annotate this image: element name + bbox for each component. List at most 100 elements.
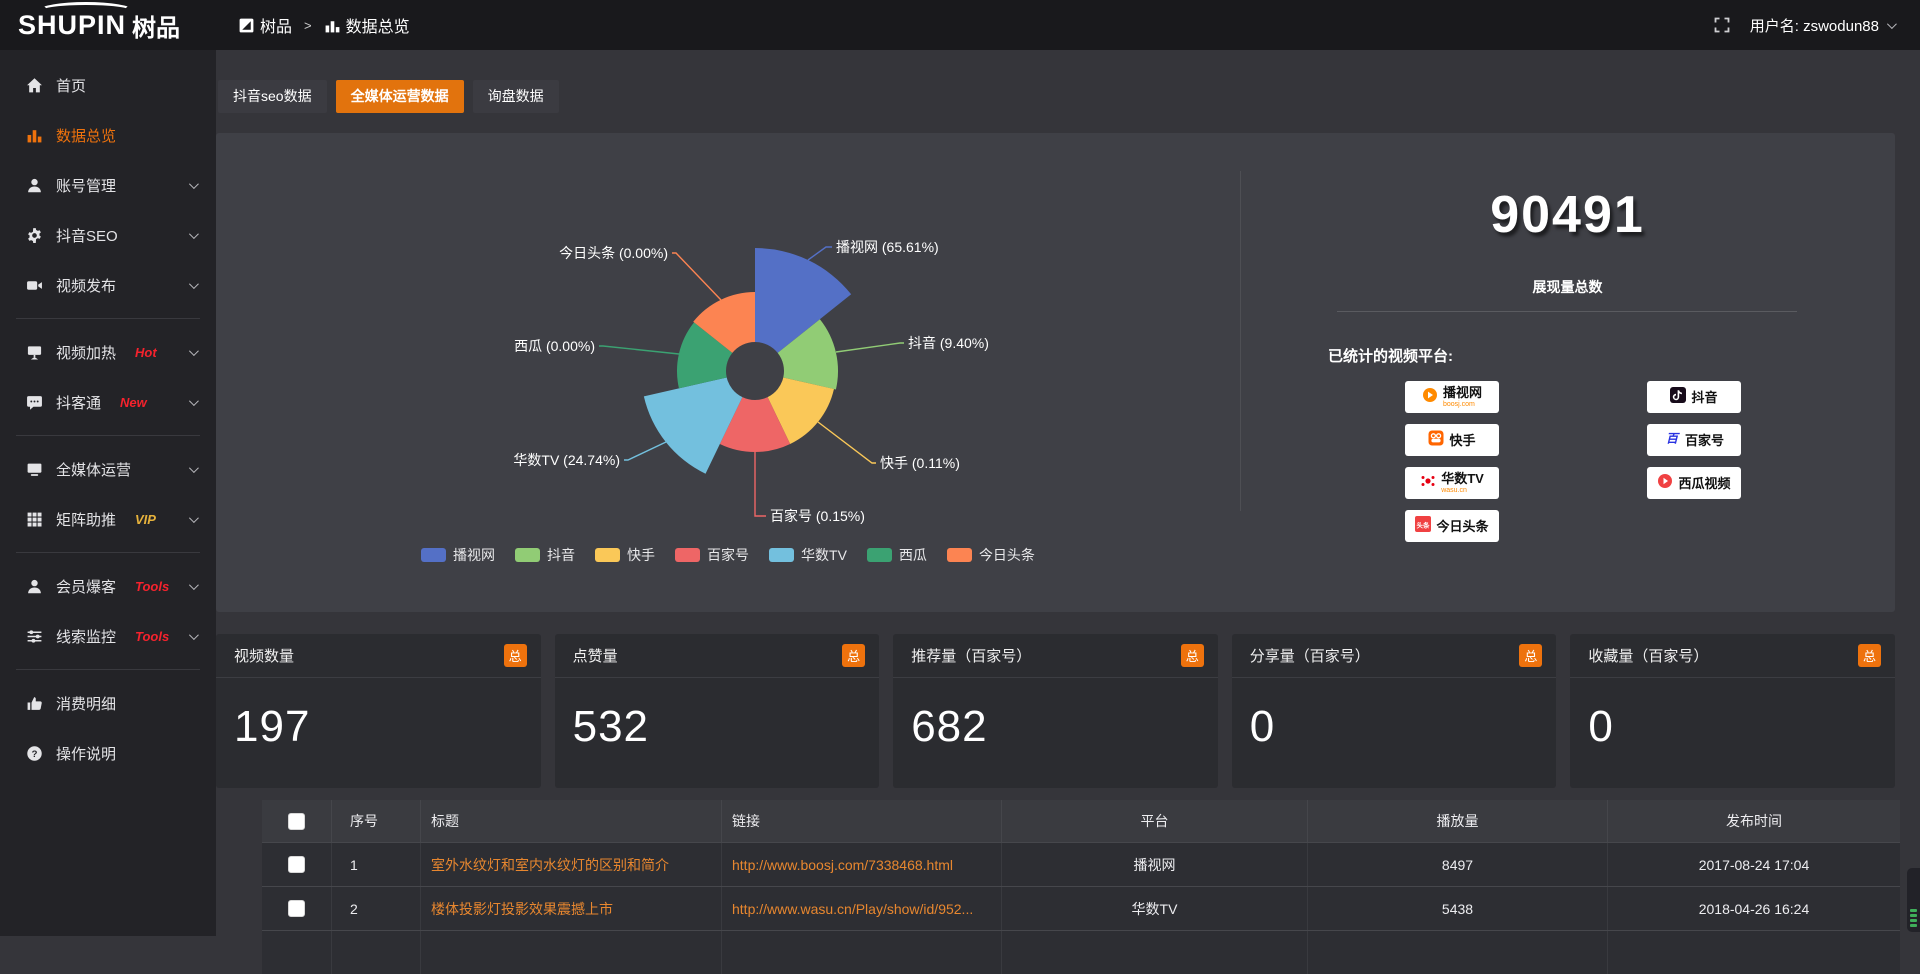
platform-cell: 播视网 bbox=[1002, 843, 1308, 886]
chevron-down-icon bbox=[189, 279, 199, 289]
row-checkbox[interactable] bbox=[288, 900, 305, 917]
boosj-logo-icon bbox=[1422, 387, 1438, 408]
seq-cell: 1 bbox=[332, 843, 421, 886]
home-icon bbox=[26, 77, 43, 94]
title-cell[interactable]: 楼体投影灯投影效果震撼上市 bbox=[421, 887, 722, 930]
empty-cell bbox=[722, 931, 1002, 974]
stat-card-value: 0 bbox=[1570, 678, 1895, 752]
platform-name: 快手 bbox=[1449, 434, 1475, 447]
legend-item-华数TV[interactable]: 华数TV bbox=[769, 545, 847, 565]
breadcrumb-item-home[interactable]: 树品 bbox=[238, 13, 292, 37]
stat-card: 分享量（百家号）总0 bbox=[1232, 634, 1557, 788]
sidebar-item-home[interactable]: 首页 bbox=[0, 60, 216, 110]
total-label: 展现量总数 bbox=[1240, 277, 1895, 297]
platform-name: 华数TVwasu.cn bbox=[1441, 472, 1484, 494]
logo-text-cn: 树品 bbox=[132, 8, 180, 43]
svg-text:?: ? bbox=[32, 748, 38, 759]
total-badge[interactable]: 总 bbox=[842, 644, 865, 667]
video-icon bbox=[26, 277, 43, 294]
platform-name-text: 华数TV bbox=[1441, 472, 1484, 485]
table-header-cell: 标题 bbox=[421, 800, 722, 842]
sidebar-menu: 首页数据总览账号管理抖音SEO视频发布视频加热Hot抖客通New 全媒体运营矩阵助… bbox=[0, 60, 216, 778]
row-checkbox[interactable] bbox=[288, 856, 305, 873]
empty-cell bbox=[421, 931, 722, 974]
link-cell[interactable]: http://www.wasu.cn/Play/show/id/952... bbox=[722, 887, 1002, 930]
pie-label-line bbox=[624, 442, 666, 460]
total-badge[interactable]: 总 bbox=[1519, 644, 1542, 667]
legend-item-播视网[interactable]: 播视网 bbox=[421, 545, 495, 565]
pie-slice-4[interactable] bbox=[644, 377, 743, 473]
logo-arc bbox=[40, 2, 132, 18]
thumb-icon bbox=[26, 695, 43, 712]
widget-bar bbox=[1910, 924, 1917, 927]
chart-legend: 播视网 抖音 快手百家号 华数TV 西瓜今日头条 bbox=[216, 545, 1240, 565]
total-badge[interactable]: 总 bbox=[504, 644, 527, 667]
video-table: 序号标题链接平台播放量发布时间1室外水纹灯和室内水纹灯的区别和简介http://… bbox=[262, 800, 1900, 974]
legend-item-抖音[interactable]: 抖音 bbox=[515, 545, 575, 565]
sidebar-item-person[interactable]: 会员爆客Tools bbox=[0, 561, 216, 611]
legend-swatch bbox=[769, 548, 794, 562]
heat-icon bbox=[26, 344, 43, 361]
pie-label: 播视网 (65.61%) bbox=[836, 239, 939, 255]
platform-badge-kuaishou: 快手 bbox=[1405, 424, 1499, 456]
legend-item-百家号[interactable]: 百家号 bbox=[675, 545, 749, 565]
empty-cell bbox=[332, 931, 421, 974]
sidebar-item-sliders[interactable]: 线索监控Tools bbox=[0, 611, 216, 661]
platform-name: 播视网boosj.com bbox=[1443, 386, 1482, 408]
stat-card-value: 0 bbox=[1232, 678, 1557, 752]
username[interactable]: 用户名: zswodun88 bbox=[1750, 15, 1894, 36]
pie-label-line bbox=[836, 343, 904, 352]
breadcrumb-label: 数据总览 bbox=[346, 13, 410, 37]
pie-label: 快手 (0.11%) bbox=[880, 455, 960, 471]
legend-item-西瓜[interactable]: 西瓜 bbox=[867, 545, 927, 565]
stat-card-value: 682 bbox=[893, 678, 1218, 752]
platform-badge-douyin: 抖音 bbox=[1647, 381, 1741, 413]
total-badge[interactable]: 总 bbox=[1181, 644, 1204, 667]
sidebar-item-thumb[interactable]: 消费明细 bbox=[0, 678, 216, 728]
row-checkbox-cell bbox=[262, 843, 332, 886]
stat-card-title: 推荐量（百家号） bbox=[911, 645, 1031, 666]
fullscreen-icon[interactable] bbox=[1714, 17, 1730, 33]
floating-side-widget[interactable] bbox=[1907, 868, 1920, 932]
legend-item-今日头条[interactable]: 今日头条 bbox=[947, 545, 1035, 565]
platform-column-right: 抖音百百家号西瓜视频 bbox=[1647, 381, 1741, 499]
breadcrumb: 树品 > 数据总览 bbox=[238, 13, 410, 37]
sidebar-item-heat[interactable]: 视频加热Hot bbox=[0, 327, 216, 377]
title-cell[interactable]: 室外水纹灯和室内水纹灯的区别和简介 bbox=[421, 843, 722, 886]
rose-pie-chart[interactable]: 播视网 (65.61%)抖音 (9.40%)快手 (0.11%)百家号 (0.1… bbox=[216, 133, 1240, 612]
sidebar-item-badge: New bbox=[120, 395, 147, 410]
sidebar-item-user[interactable]: 账号管理 bbox=[0, 160, 216, 210]
table-row-partial bbox=[262, 930, 1900, 974]
legend-label: 抖音 bbox=[547, 545, 575, 565]
stat-card: 推荐量（百家号） 总 682 bbox=[893, 634, 1218, 788]
link-cell[interactable]: http://www.boosj.com/7338468.html bbox=[722, 843, 1002, 886]
bar-chart-icon bbox=[26, 127, 43, 144]
tab-询盘数据[interactable]: 询盘数据 bbox=[473, 80, 559, 113]
tab-全媒体运营数据[interactable]: 全媒体运营数据 bbox=[336, 80, 464, 113]
sidebar-item-gear[interactable]: 抖音SEO bbox=[0, 210, 216, 260]
svg-text:百: 百 bbox=[1666, 431, 1680, 445]
tab-抖音seo数据[interactable]: 抖音seo数据 bbox=[218, 80, 327, 113]
sidebar-item-grid[interactable]: 矩阵助推VIP bbox=[0, 494, 216, 544]
breadcrumb-item-current[interactable]: 数据总览 bbox=[324, 13, 410, 37]
sidebar-item-bar-chart[interactable]: 数据总览 bbox=[0, 110, 216, 160]
select-all-checkbox[interactable] bbox=[288, 813, 305, 830]
legend-label: 快手 bbox=[627, 545, 655, 565]
time-cell: 2017-08-24 17:04 bbox=[1608, 843, 1900, 886]
chevron-down-icon bbox=[189, 179, 199, 189]
toutiao-logo-icon: 头条 bbox=[1415, 516, 1431, 537]
chevron-down-icon bbox=[189, 396, 199, 406]
sidebar-item-label: 会员爆客 bbox=[56, 576, 116, 597]
sidebar-item-question[interactable]: ?操作说明 bbox=[0, 728, 216, 778]
sidebar-item-video[interactable]: 视频发布 bbox=[0, 260, 216, 310]
person-icon bbox=[26, 578, 43, 595]
kuaishou-logo-icon bbox=[1428, 430, 1444, 451]
legend-item-快手[interactable]: 快手 bbox=[595, 545, 655, 565]
total-badge[interactable]: 总 bbox=[1858, 644, 1881, 667]
platform-name-text: 西瓜视频 bbox=[1678, 477, 1730, 490]
stat-card-header: 推荐量（百家号） 总 bbox=[893, 634, 1218, 678]
legend-label: 华数TV bbox=[801, 545, 847, 565]
sidebar-item-chat[interactable]: 抖客通New bbox=[0, 377, 216, 427]
sidebar-item-monitor[interactable]: 全媒体运营 bbox=[0, 444, 216, 494]
platform-badge-wasu: 华数TVwasu.cn bbox=[1405, 467, 1499, 499]
